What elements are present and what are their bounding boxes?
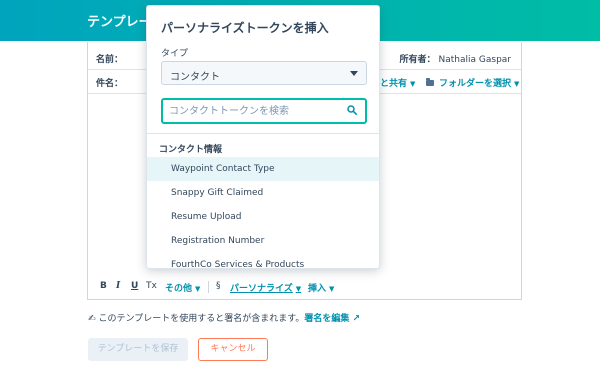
token-item[interactable]: FourthCo Services & Products [147,253,379,268]
chevron-down-icon: ▼ [514,80,520,88]
personalize-button[interactable]: パーソナライズ ▼ [230,281,301,294]
insert-button[interactable]: 挿入 ▼ [308,281,334,294]
page-title: テンプレー [87,15,152,30]
personalize-token-icon: § [216,281,221,291]
italic-button[interactable]: I [116,281,120,291]
edit-signature-link[interactable]: 署名を編集 [304,314,349,324]
token-item[interactable]: Resume Upload [147,205,379,229]
insert-label: 挿入 [308,284,327,294]
contact-info-group-label: コンタクト情報 [159,145,223,155]
share-label: と共有 [380,79,408,89]
token-list: Waypoint Contact Type Snappy Gift Claime… [147,157,379,268]
popover-title: パーソナライズトークンを挿入 [161,21,329,35]
toolbar-divider [208,281,209,293]
token-search-box[interactable] [161,98,367,124]
search-icon[interactable] [347,105,357,115]
more-label: その他 [165,284,193,294]
chevron-down-icon: ▼ [410,80,416,88]
type-select-value: コンタクト [170,72,220,83]
popover-divider [147,133,379,134]
type-label: タイプ [161,49,189,59]
owner-label: 所有者： [399,55,436,65]
token-item[interactable]: Registration Number [147,229,379,253]
token-item[interactable]: Waypoint Contact Type [147,157,379,181]
personalization-token-popover: パーソナライズトークンを挿入 タイプ コンタクト コンタクト情報 Waypoin… [146,5,380,269]
token-item[interactable]: Snappy Gift Claimed [147,181,379,205]
type-select[interactable]: コンタクト [161,61,367,85]
formatting-toolbar: B I U Tx その他 ▼ § パーソナライズ ▼ 挿入 ▼ [88,278,521,298]
bold-button[interactable]: B [100,281,107,291]
cancel-button[interactable]: キャンセル [198,338,268,361]
owner-value: Nathalia Gaspar [438,55,511,65]
caret-down-icon [350,71,358,76]
clear-format-button[interactable]: Tx [146,281,157,291]
more-button[interactable]: その他 ▼ [165,281,200,294]
folder-select-button[interactable]: フォルダーを選択 ▼ [426,76,519,89]
chevron-down-icon: ▼ [295,285,302,293]
owner-field: 所有者： Nathalia Gaspar [400,52,512,65]
share-button[interactable]: と共有 ▼ [380,76,415,89]
save-template-button[interactable]: テンプレートを保存 [88,338,188,361]
folder-icon [426,78,434,86]
signature-notice: ✍ このテンプレートを使用すると署名が含まれます。署名を編集 ↗ [88,311,360,324]
token-search-input[interactable] [163,100,343,122]
signature-notice-text: このテンプレートを使用すると署名が含まれます。 [98,314,305,324]
name-label: 名前： [96,55,124,65]
personalize-label: パーソナライズ [230,284,293,294]
chevron-down-icon: ▼ [195,285,201,293]
underline-button[interactable]: U [131,281,138,291]
folder-label: フォルダーを選択 [439,79,512,89]
subject-label: 件名： [96,79,124,89]
external-link-icon: ↗ [349,314,361,324]
signature-icon: ✍ [88,314,96,324]
chevron-down-icon: ▼ [329,285,335,293]
